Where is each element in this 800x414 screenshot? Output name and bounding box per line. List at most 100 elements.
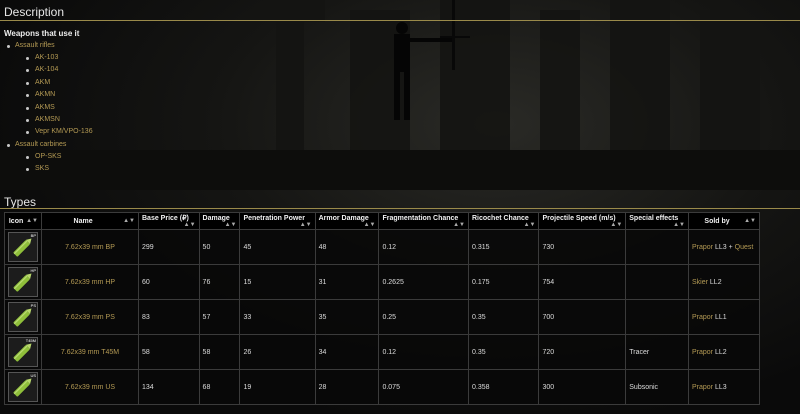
damage-cell: 76	[198, 264, 241, 300]
ammo-box-icon[interactable]: HP	[8, 267, 38, 297]
special-effects-cell	[625, 299, 689, 335]
armor-damage-cell: 48	[314, 229, 380, 265]
ricochet-chance-cell: 0.358	[467, 369, 540, 405]
weapon-link[interactable]: SKS	[26, 163, 93, 175]
damage-cell: 58	[198, 334, 241, 370]
ammo-box-icon[interactable]: US	[8, 372, 38, 402]
category-label[interactable]: Assault rifles	[15, 42, 55, 49]
loyalty-level: LL2	[709, 278, 722, 286]
sold-by-cell: Prapor LL1	[688, 299, 760, 335]
trader-link[interactable]: Prapor	[692, 244, 713, 251]
loyalty-level: LL1	[714, 313, 727, 321]
loyalty-level: LL3	[714, 243, 727, 251]
assault-carbines-list: OP-SKS SKS	[15, 151, 93, 176]
damage-cell: 68	[198, 369, 241, 405]
column-header-fragmentation[interactable]: Fragmentation Chance ▲▼	[378, 212, 469, 230]
ammo-box-icon[interactable]: BP	[8, 232, 38, 262]
ricochet-chance-cell: 0.175	[467, 264, 540, 300]
special-effects-cell	[625, 229, 689, 265]
types-divider	[0, 208, 800, 209]
sort-icon: ▲▼	[523, 221, 536, 228]
column-header-ricochet[interactable]: Ricochet Chance ▲▼	[467, 212, 540, 230]
column-header-name[interactable]: Name ▲▼	[41, 212, 139, 230]
ammo-icon-cell: US	[4, 369, 42, 405]
plus-separator: +	[726, 243, 735, 251]
projectile-speed-cell: 754	[538, 264, 627, 300]
penetration-power-cell: 15	[239, 264, 316, 300]
column-header-sold-by[interactable]: Sold by ▲▼	[688, 212, 760, 230]
column-header-armor-damage[interactable]: Armor Damage ▲▼	[314, 212, 380, 230]
column-header-speed[interactable]: Projectile Speed (m/s) ▲▼	[538, 212, 627, 230]
weapon-link[interactable]: AKMSN	[26, 114, 93, 126]
fragmentation-chance-cell: 0.12	[378, 334, 469, 370]
sort-icon: ▲▼	[299, 221, 312, 228]
penetration-power-cell: 45	[239, 229, 316, 265]
ammo-box-icon[interactable]: PS	[8, 302, 38, 332]
sort-icon: ▲▼	[123, 217, 135, 224]
ammo-name-cell[interactable]: 7.62x39 mm T45M	[41, 334, 139, 370]
weapon-link[interactable]: AKMS	[26, 102, 93, 114]
weapon-link[interactable]: AKMN	[26, 89, 93, 101]
trader-link[interactable]: Prapor	[692, 384, 713, 391]
assault-rifles-list: AK-103 AK-104 AKM AKMN AKMS AKMSN Vepr K…	[15, 52, 93, 139]
table-header-row: Icon ▲▼ Name ▲▼ Base Price (₽) ▲▼ Damage ▲▼ …	[4, 212, 760, 230]
weapon-link[interactable]: Vepr KM/VPO-136	[26, 126, 93, 138]
ammo-icon-label: HP	[30, 268, 36, 273]
sort-icon: ▲▼	[224, 221, 237, 228]
table-row: T45M 7.62x39 mm T45M 58 58 26 34 0.12 0.35 720 Tr…	[4, 334, 760, 370]
ammo-rows: BP 7.62x39 mm BP 299 50 45 48 0.12 0.315 730 Prap…	[4, 229, 760, 405]
base-price-cell: 60	[138, 264, 200, 300]
base-price-cell: 58	[138, 334, 200, 370]
penetration-power-cell: 26	[239, 334, 316, 370]
weapons-heading: Weapons that use it	[4, 29, 80, 38]
ricochet-chance-cell: 0.35	[467, 334, 540, 370]
column-header-special-effects[interactable]: Special effects ▲▼	[625, 212, 689, 230]
category-assault-carbines: Assault carbines OP-SKS SKS	[7, 139, 93, 176]
weapon-link[interactable]: AK-104	[26, 64, 93, 76]
projectile-speed-cell: 300	[538, 369, 627, 405]
armor-damage-cell: 31	[314, 264, 380, 300]
penetration-power-cell: 19	[239, 369, 316, 405]
weapon-link[interactable]: AK-103	[26, 52, 93, 64]
types-heading: Types	[4, 195, 37, 209]
weapon-link[interactable]: AKM	[26, 77, 93, 89]
projectile-speed-cell: 730	[538, 229, 627, 265]
trader-link[interactable]: Prapor	[692, 349, 713, 356]
ammo-icon-label: T45M	[25, 338, 36, 343]
special-effects-cell: Tracer	[625, 334, 689, 370]
fragmentation-chance-cell: 0.2625	[378, 264, 469, 300]
armor-damage-cell: 34	[314, 334, 380, 370]
projectile-speed-cell: 720	[538, 334, 627, 370]
column-header-penetration[interactable]: Penetration Power ▲▼	[239, 212, 316, 230]
ammo-box-icon[interactable]: T45M	[8, 337, 38, 367]
loyalty-level: LL3	[714, 383, 727, 391]
ammo-icon-cell: HP	[4, 264, 42, 300]
trader-link[interactable]: Prapor	[692, 314, 713, 321]
column-header-damage[interactable]: Damage ▲▼	[198, 212, 241, 230]
column-header-icon[interactable]: Icon ▲▼	[4, 212, 42, 230]
sold-by-cell: Skier LL2	[688, 264, 760, 300]
weapon-link[interactable]: OP-SKS	[26, 151, 93, 163]
trader-link[interactable]: Skier	[692, 279, 708, 286]
ammo-name-cell[interactable]: 7.62x39 mm US	[41, 369, 139, 405]
category-assault-rifles: Assault rifles AK-103 AK-104 AKM AKMN AK…	[7, 40, 93, 139]
sort-icon: ▲▼	[26, 217, 38, 224]
fragmentation-chance-cell: 0.25	[378, 299, 469, 335]
category-label[interactable]: Assault carbines	[15, 141, 66, 148]
sold-by-cell: Prapor LL3	[688, 369, 760, 405]
column-header-base-price[interactable]: Base Price (₽) ▲▼	[138, 212, 200, 230]
damage-cell: 50	[198, 229, 241, 265]
description-heading: Description	[4, 5, 65, 19]
ammo-name-cell[interactable]: 7.62x39 mm PS	[41, 299, 139, 335]
ammo-types-table: Icon ▲▼ Name ▲▼ Base Price (₽) ▲▼ Damage ▲▼ …	[4, 212, 760, 405]
ammo-name-cell[interactable]: 7.62x39 mm HP	[41, 264, 139, 300]
quest-link[interactable]: Quest	[735, 244, 754, 251]
sort-icon: ▲▼	[673, 221, 685, 228]
sold-by-cell: Prapor LL3 + Quest	[688, 229, 760, 265]
sold-by-cell: Prapor LL2	[688, 334, 760, 370]
ammo-icon-cell: PS	[4, 299, 42, 335]
special-effects-cell: Subsonic	[625, 369, 689, 405]
fragmentation-chance-cell: 0.12	[378, 229, 469, 265]
ammo-name-cell[interactable]: 7.62x39 mm BP	[41, 229, 139, 265]
armor-damage-cell: 35	[314, 299, 380, 335]
